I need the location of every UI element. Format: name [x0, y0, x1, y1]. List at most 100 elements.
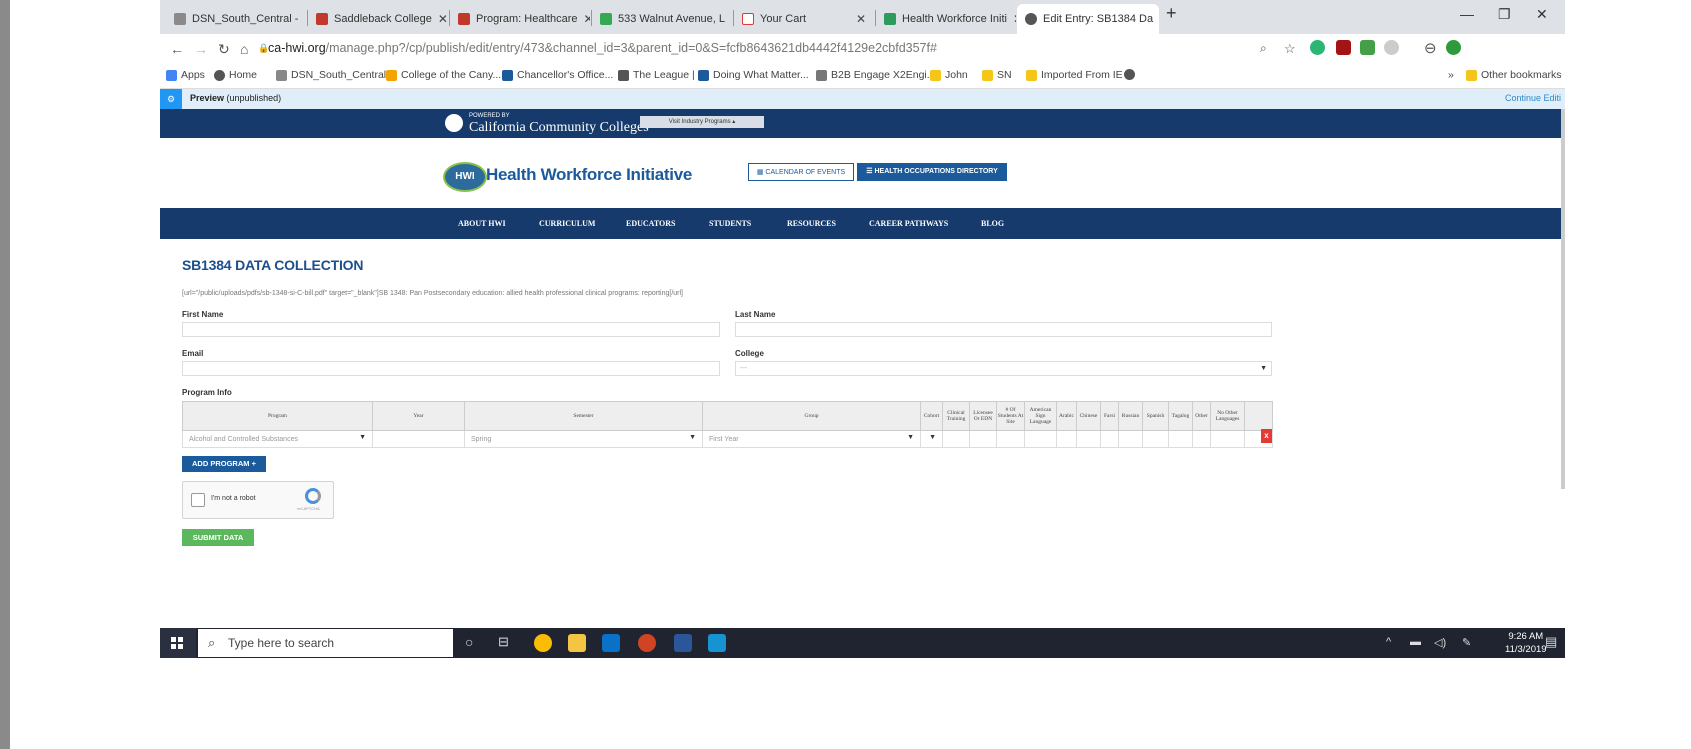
home-icon[interactable]: ⌂ [240, 41, 248, 57]
tray-chevron-icon[interactable]: ^ [1386, 636, 1391, 648]
close-icon[interactable]: ✕ [856, 12, 866, 26]
start-button[interactable] [160, 628, 196, 658]
tab-edit-entry[interactable]: Edit Entry: SB1384 Da ✕ [1017, 4, 1159, 34]
close-window-button[interactable]: ✕ [1536, 6, 1548, 23]
first-name-input[interactable] [182, 322, 720, 337]
tab-cart[interactable]: Your Cart ✕ [734, 4, 874, 34]
taskbar-search[interactable]: ⌕ Type here to search [198, 629, 453, 657]
bookmark-league[interactable]: The League | [618, 69, 695, 81]
bookmark-star-icon[interactable]: ☆ [1284, 41, 1296, 57]
powerpoint-icon[interactable] [638, 634, 656, 652]
delete-row-button[interactable]: x [1261, 429, 1272, 443]
licensee-input[interactable] [969, 430, 997, 448]
program-select[interactable]: Alcohol and Controlled Substances ▼ [182, 430, 373, 448]
bookmark-sn[interactable]: SN [982, 69, 1012, 81]
clinical-training-input[interactable] [942, 430, 970, 448]
add-program-button[interactable]: ADD PROGRAM + [182, 456, 266, 472]
bookmark-apps[interactable]: Apps [166, 69, 205, 81]
task-view-icon[interactable]: ⊟ [498, 634, 509, 650]
reload-icon[interactable]: ↻ [218, 41, 230, 58]
zoom-icon[interactable]: ⌕ [1260, 41, 1267, 56]
pen-icon[interactable]: ✎ [1462, 636, 1471, 649]
no-other-languages-input[interactable] [1210, 430, 1245, 448]
year-input[interactable] [372, 430, 465, 448]
group-select[interactable]: First Year ▼ [702, 430, 921, 448]
bookmark-chancellor[interactable]: Chancellor's Office... [502, 69, 613, 81]
volume-icon[interactable]: ◁) [1434, 636, 1446, 649]
bookmark-john[interactable]: John [930, 69, 968, 81]
asl-input[interactable] [1024, 430, 1057, 448]
health-occupations-directory-button[interactable]: ☰ HEALTH OCCUPATIONS DIRECTORY [857, 163, 1007, 181]
extension-icon[interactable] [1310, 40, 1325, 55]
menu-career-pathways[interactable]: CAREER PATHWAYS [869, 219, 948, 228]
new-tab-button[interactable]: + [1166, 3, 1177, 24]
semester-select[interactable]: Spring ▼ [464, 430, 703, 448]
taskbar-clock[interactable]: 9:26 AM 11/3/2019 [1505, 630, 1547, 656]
maximize-button[interactable]: ❐ [1498, 6, 1511, 23]
network-icon[interactable]: ▬ [1410, 636, 1421, 648]
farsi-input[interactable] [1100, 430, 1119, 448]
chinese-input[interactable] [1076, 430, 1101, 448]
notifications-icon[interactable]: ▤ [1545, 634, 1557, 650]
app-icon[interactable] [708, 634, 726, 652]
bookmark-canyons[interactable]: College of the Cany... [386, 69, 501, 81]
hwi-title[interactable]: Health Workforce Initiative [486, 165, 692, 185]
bookmark-imported[interactable]: Imported From IE [1026, 69, 1123, 81]
email-input[interactable] [182, 361, 720, 376]
profile-icon[interactable]: ⊖ [1424, 39, 1437, 57]
tab-hwi[interactable]: Health Workforce Initi ✕ [876, 4, 1016, 34]
bookmark-other[interactable]: Other bookmarks [1466, 69, 1562, 81]
chrome-icon[interactable] [534, 634, 552, 652]
back-icon[interactable]: ← [170, 41, 184, 57]
calendar-of-events-button[interactable]: ▦ CALENDAR OF EVENTS [748, 163, 854, 181]
close-icon[interactable]: ✕ [304, 12, 306, 26]
menu-about-hwi[interactable]: ABOUT HWI [458, 219, 506, 228]
students-at-site-input[interactable] [996, 430, 1025, 448]
menu-blog[interactable]: BLOG [981, 219, 1004, 228]
forward-icon[interactable]: → [194, 41, 208, 57]
college-select[interactable]: --- ▼ [735, 361, 1272, 376]
outlook-icon[interactable] [602, 634, 620, 652]
check-extension-icon[interactable] [1360, 40, 1375, 55]
tagalog-input[interactable] [1168, 430, 1193, 448]
bookmark-doing-what-matters[interactable]: Doing What Matter... [698, 69, 809, 81]
recaptcha-checkbox[interactable] [191, 493, 205, 507]
word-icon[interactable] [674, 634, 692, 652]
spanish-input[interactable] [1142, 430, 1169, 448]
other-input[interactable] [1192, 430, 1211, 448]
menu-students[interactable]: STUDENTS [709, 219, 751, 228]
file-explorer-icon[interactable] [568, 634, 586, 652]
visit-industry-programs-dropdown[interactable]: Visit Industry Programs ▴ [640, 116, 764, 128]
bookmark-dsn[interactable]: DSN_South_Central... [276, 69, 395, 81]
close-icon[interactable]: ✕ [584, 12, 591, 26]
submit-data-button[interactable]: SUBMIT DATA [182, 529, 254, 546]
close-icon[interactable]: ✕ [731, 12, 732, 26]
extension-icon[interactable] [1384, 40, 1399, 55]
arabic-input[interactable] [1056, 430, 1077, 448]
menu-educators[interactable]: EDUCATORS [626, 219, 676, 228]
cortana-icon[interactable]: ○ [465, 634, 473, 650]
hwi-logo[interactable]: HWI [443, 162, 487, 192]
russian-input[interactable] [1118, 430, 1143, 448]
menu-resources[interactable]: RESOURCES [787, 219, 836, 228]
tab-program[interactable]: Program: Healthcare ✕ [450, 4, 590, 34]
cohort-select[interactable]: ▼ [920, 430, 943, 448]
close-icon[interactable]: ✕ [1013, 12, 1016, 26]
bookmark-globe[interactable] [1124, 69, 1135, 80]
page-scrollbar[interactable] [1561, 109, 1565, 489]
ccc-name[interactable]: California Community Colleges [469, 120, 649, 136]
bookmark-home[interactable]: Home [214, 69, 257, 81]
url-field[interactable]: ca-hwi.org/manage.php?/cp/publish/edit/e… [268, 41, 937, 55]
close-icon[interactable]: ✕ [438, 12, 448, 26]
tab-saddleback[interactable]: Saddleback College ✕ [308, 4, 448, 34]
tab-walnut[interactable]: 533 Walnut Avenue, L ✕ [592, 4, 732, 34]
bookmarks-overflow[interactable]: » [1448, 69, 1454, 81]
minimize-button[interactable]: — [1460, 6, 1474, 22]
tab-dsn[interactable]: DSN_South_Central - ✕ [166, 4, 306, 34]
bookmark-b2b[interactable]: B2B Engage X2Engi... [816, 69, 936, 81]
continue-editing-link[interactable]: Continue Editi [1505, 93, 1561, 103]
last-name-input[interactable] [735, 322, 1272, 337]
pdf-extension-icon[interactable] [1336, 40, 1351, 55]
menu-curriculum[interactable]: CURRICULUM [539, 219, 595, 228]
menu-extension-icon[interactable] [1446, 40, 1461, 55]
